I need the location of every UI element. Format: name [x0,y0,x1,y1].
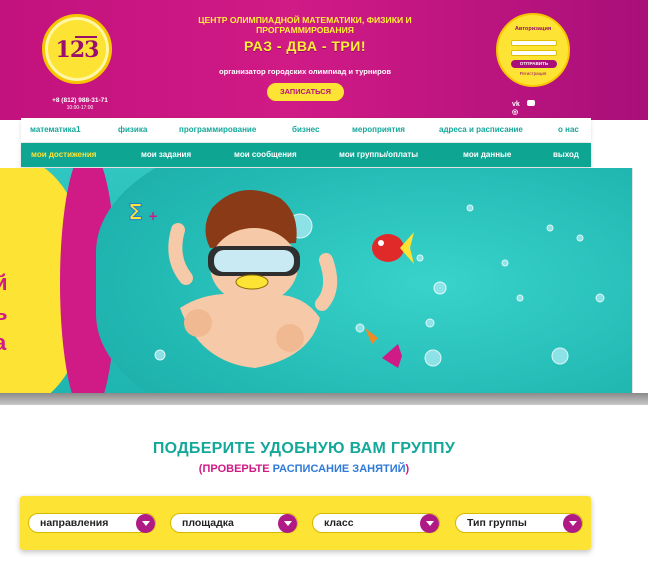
nav-item-business[interactable]: бизнес [292,118,319,142]
nav-item-math[interactable]: математика1 [30,118,81,142]
group-picker-title: ПОДБЕРИТЕ УДОБНУЮ ВАМ ГРУППУ [152,440,456,457]
banner-letter: ь [0,300,8,325]
svg-text:Σ: Σ [128,201,143,226]
nav-item-my-data[interactable]: мои данные [463,143,511,167]
header-tagline: организатор городских олимпиад и турниро… [218,67,392,76]
header-line1: ЦЕНТР ОЛИМПИАДНОЙ МАТЕМАТИКИ, ФИЗИКИ И П… [198,15,412,35]
nav-item-messages[interactable]: мои сообщения [234,143,297,167]
phone-number[interactable]: +8 (812) 988-31-71 [40,97,120,104]
svg-text:+: + [148,209,158,223]
banner-letter: й [0,270,8,295]
logo[interactable]: 123 [42,14,112,84]
nav-item-achievements[interactable]: мои достижения [31,143,96,167]
chevron-down-icon[interactable] [420,514,439,533]
hero-banner[interactable]: Σ + й ь а [0,168,632,393]
primary-nav: математика1 физика программирование бизн… [21,118,591,142]
password-field[interactable] [511,50,557,56]
nav-item-tasks[interactable]: мои задания [141,143,191,167]
venue-select-label: площадка [182,517,234,529]
nav-item-about[interactable]: о нас [558,118,579,142]
auth-submit-button[interactable]: ОТПРАВИТЬ [511,60,557,68]
chevron-down-icon[interactable] [563,514,582,533]
instagram-icon[interactable]: ◎ [512,108,518,116]
auth-title: Авторизация [514,26,552,32]
signup-button[interactable]: ЗАПИСАТЬСЯ [267,83,344,101]
fish-pink-icon [365,328,402,368]
page: 123 +8 (812) 988-31-71 10:00-17:00 ЦЕНТР… [0,0,648,578]
banner-edge [632,168,648,393]
direction-select-label: направления [40,517,109,529]
venue-select[interactable]: площадка [170,513,298,533]
nav-item-logout[interactable]: выход [553,143,579,167]
register-link[interactable]: Регистрация [498,71,568,76]
social-links: vk ◎ [512,100,552,116]
grade-select[interactable]: класс [312,513,440,533]
schedule-link-line: (ПРОВЕРЬТЕ РАСПИСАНИЕ ЗАНЯТИЙ) [0,463,608,475]
grade-select-label: класс [324,517,354,529]
auth-widget: Авторизация ОТПРАВИТЬ Регистрация [496,13,570,87]
group-filters: направления площадка класс Тип группы [20,496,591,550]
chevron-down-icon[interactable] [136,514,155,533]
account-nav: мои достижения мои задания мои сообщения… [21,143,591,167]
phone-block: +8 (812) 988-31-71 10:00-17:00 [40,97,120,111]
paren-close: ) [405,463,410,475]
nav-item-addresses[interactable]: адреса и расписание [439,118,523,142]
nav-item-groups-payments[interactable]: мои группы/оплаты [339,143,418,167]
banner-bottom-bar [0,393,648,405]
check-text[interactable]: ПРОВЕРЬТЕ [202,463,269,475]
schedule-link[interactable]: РАСПИСАНИЕ ЗАНЯТИЙ [270,463,406,475]
group-type-select-label: Тип группы [467,517,527,529]
chevron-down-icon[interactable] [278,514,297,533]
working-hours: 10:00-17:00 [66,105,94,111]
nav-item-events[interactable]: мероприятия [352,118,405,142]
site-header: 123 +8 (812) 988-31-71 10:00-17:00 ЦЕНТР… [0,0,648,120]
banner-illustration: Σ + [128,190,605,368]
nav-item-programming[interactable]: программирование [179,118,256,142]
vk-icon[interactable]: vk [512,101,520,108]
fish-red-icon [372,232,414,264]
youtube-icon[interactable] [526,100,535,106]
group-type-select[interactable]: Тип группы [455,513,583,533]
direction-select[interactable]: направления [28,513,156,533]
banner-letters: й ь а [0,268,14,358]
brand-title: РАЗ - ДВА - ТРИ! [244,38,366,54]
login-field[interactable] [511,40,557,46]
banner-letter: а [0,330,7,355]
sigma-icon: Σ + [128,201,159,227]
nav-item-physics[interactable]: физика [118,118,147,142]
logo-arrow-icon [75,36,97,38]
logo-text: 123 [55,37,100,63]
